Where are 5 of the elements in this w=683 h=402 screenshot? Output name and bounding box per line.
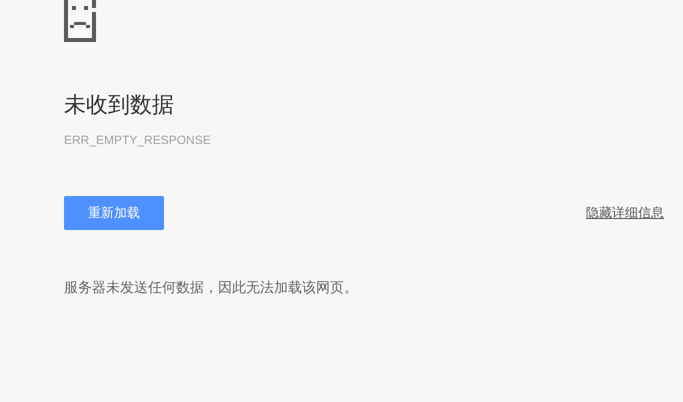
hide-details-link[interactable]: 隐藏详细信息 — [586, 204, 664, 222]
error-code: ERR_EMPTY_RESPONSE — [64, 133, 212, 147]
details-text: 服务器未发送任何数据，因此无法加载该网页。 — [64, 278, 359, 296]
error-title: 未收到数据 — [64, 92, 175, 118]
sad-file-icon — [64, 0, 96, 42]
